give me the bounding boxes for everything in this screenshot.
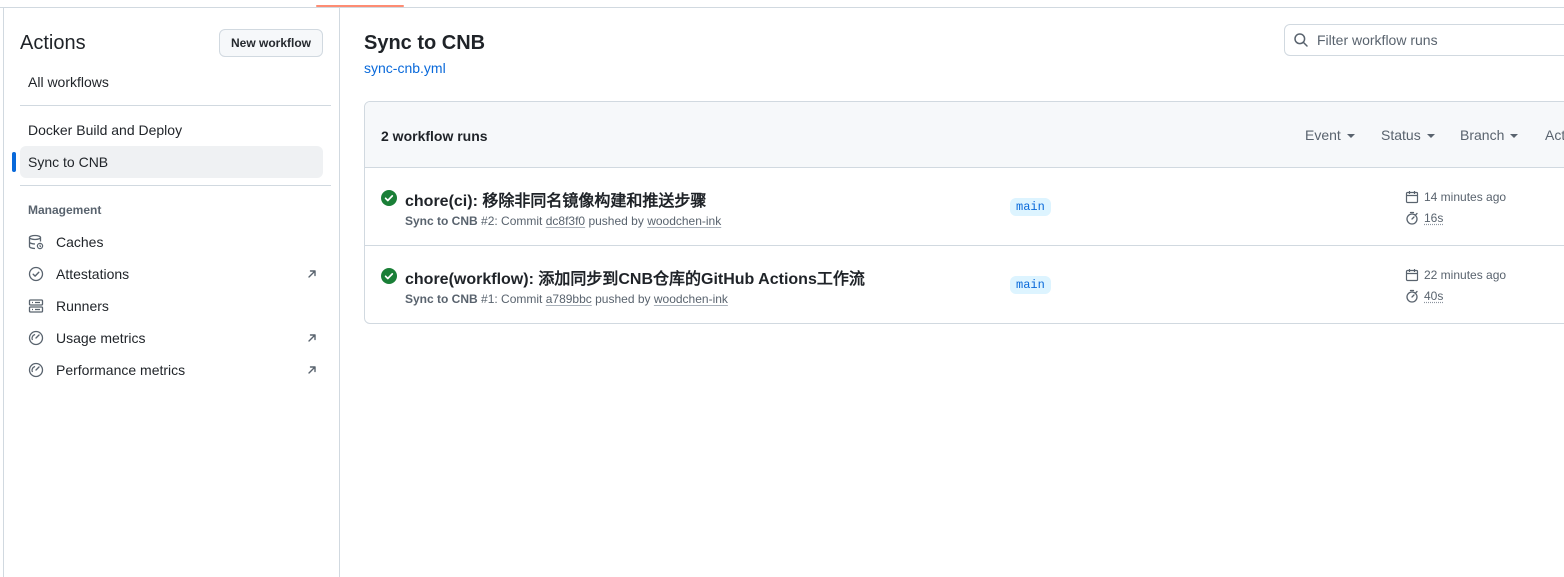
run-number: #1 — [481, 292, 494, 306]
management-heading: Management — [28, 203, 101, 217]
sidebar-item-label: Runners — [56, 298, 109, 314]
sidebar-item-usage-metrics[interactable]: Usage metrics — [20, 322, 323, 354]
sidebar-item-label: Sync to CNB — [28, 154, 108, 170]
run-title-link[interactable]: chore(workflow): 添加同步到CNB仓库的GitHub Actio… — [405, 265, 865, 289]
commit-sha-link[interactable]: a789bbc — [546, 292, 592, 306]
caret-down-icon — [1510, 134, 1518, 138]
status-filter-label: Status — [1381, 127, 1421, 143]
sidebar-item-label: Attestations — [56, 266, 129, 282]
branch-filter-dropdown[interactable]: Branch — [1460, 127, 1518, 143]
verified-icon — [28, 266, 44, 282]
run-details: Sync to CNB #2: Commit dc8f3f0 pushed by… — [405, 214, 721, 228]
filter-workflow-runs-input[interactable] — [1317, 32, 1557, 48]
caret-down-icon — [1427, 134, 1435, 138]
meter-icon — [28, 362, 44, 378]
runs-count: 2 workflow runs — [381, 128, 488, 144]
external-link-icon — [305, 363, 319, 377]
all-workflows-link[interactable]: All workflows — [20, 66, 323, 98]
sidebar-item-runners[interactable]: Runners — [20, 290, 323, 322]
branch-tag[interactable]: main — [1010, 276, 1051, 294]
sidebar-item-attestations[interactable]: Attestations — [20, 258, 323, 290]
run-title-link[interactable]: chore(ci): 移除非同名镜像构建和推送步骤 — [405, 187, 706, 211]
all-workflows-label: All workflows — [28, 74, 109, 90]
workflow-run-row[interactable]: chore(ci): 移除非同名镜像构建和推送步骤 Sync to CNB #2… — [365, 168, 1564, 246]
sidebar-item-label: Usage metrics — [56, 330, 145, 346]
workflow-file-link[interactable]: sync-cnb.yml — [364, 60, 446, 76]
sidebar-item-docker-build-and-deploy[interactable]: Docker Build and Deploy — [20, 114, 323, 146]
meter-icon — [28, 330, 44, 346]
workflow-run-row[interactable]: chore(workflow): 添加同步到CNB仓库的GitHub Actio… — [365, 246, 1564, 324]
sidebar-item-caches[interactable]: Caches — [20, 226, 323, 258]
run-duration: 16s — [1405, 211, 1443, 225]
sidebar-divider — [20, 105, 331, 106]
sidebar-item-performance-metrics[interactable]: Performance metrics — [20, 354, 323, 386]
top-tab-bar — [0, 0, 1564, 8]
commit-sha-link[interactable]: dc8f3f0 — [546, 214, 585, 228]
run-workflow-name: Sync to CNB — [405, 214, 478, 228]
server-icon — [28, 298, 44, 314]
calendar-icon — [1405, 268, 1419, 282]
run-workflow-name: Sync to CNB — [405, 292, 478, 306]
event-filter-label: Event — [1305, 127, 1341, 143]
page-title: Sync to CNB — [364, 32, 485, 55]
new-workflow-button[interactable]: New workflow — [219, 29, 323, 57]
external-link-icon — [305, 267, 319, 281]
check-circle-fill-icon — [381, 190, 397, 206]
search-icon — [1293, 32, 1309, 48]
branch-filter-label: Branch — [1460, 127, 1504, 143]
stopwatch-icon — [1405, 211, 1419, 225]
caret-down-icon — [1347, 134, 1355, 138]
run-pushed-by: pushed by — [588, 214, 643, 228]
run-duration-text: 40s — [1424, 289, 1443, 303]
run-commit-prefix: : Commit — [494, 292, 542, 306]
sidebar-item-label: Performance metrics — [56, 362, 185, 378]
run-time-text: 22 minutes ago — [1424, 268, 1506, 282]
stopwatch-icon — [1405, 289, 1419, 303]
workflow-runs-list: 2 workflow runs Event Status Branch Acto… — [364, 101, 1564, 324]
run-details: Sync to CNB #1: Commit a789bbc pushed by… — [405, 292, 728, 306]
run-author-link[interactable]: woodchen-ink — [647, 214, 721, 228]
runs-list-header: 2 workflow runs Event Status Branch Acto… — [365, 102, 1564, 168]
selected-indicator — [12, 152, 16, 172]
run-duration-text: 16s — [1424, 211, 1443, 225]
database-icon — [28, 234, 44, 250]
external-link-icon — [305, 331, 319, 345]
calendar-icon — [1405, 190, 1419, 204]
run-pushed-by: pushed by — [595, 292, 650, 306]
run-time-text: 14 minutes ago — [1424, 190, 1506, 204]
active-tab-underline — [316, 5, 404, 7]
event-filter-dropdown[interactable]: Event — [1305, 127, 1355, 143]
actor-filter-label: Actor — [1545, 127, 1564, 143]
sidebar-divider — [20, 185, 331, 186]
run-number: #2 — [481, 214, 494, 228]
actions-sidebar: Actions New workflow All workflows Docke… — [4, 8, 340, 577]
run-duration: 40s — [1405, 289, 1443, 303]
status-filter-dropdown[interactable]: Status — [1381, 127, 1435, 143]
run-time: 14 minutes ago — [1405, 190, 1506, 204]
run-commit-prefix: : Commit — [494, 214, 542, 228]
sidebar-title: Actions — [20, 32, 86, 55]
sidebar-item-label: Docker Build and Deploy — [28, 122, 182, 138]
run-time: 22 minutes ago — [1405, 268, 1506, 282]
sidebar-item-label: Caches — [56, 234, 103, 250]
filter-workflow-runs-field[interactable] — [1284, 24, 1564, 56]
check-circle-fill-icon — [381, 268, 397, 284]
branch-tag[interactable]: main — [1010, 198, 1051, 216]
run-author-link[interactable]: woodchen-ink — [654, 292, 728, 306]
actor-filter-dropdown[interactable]: Actor — [1545, 127, 1564, 143]
sidebar-item-sync-to-cnb[interactable]: Sync to CNB — [20, 146, 323, 178]
